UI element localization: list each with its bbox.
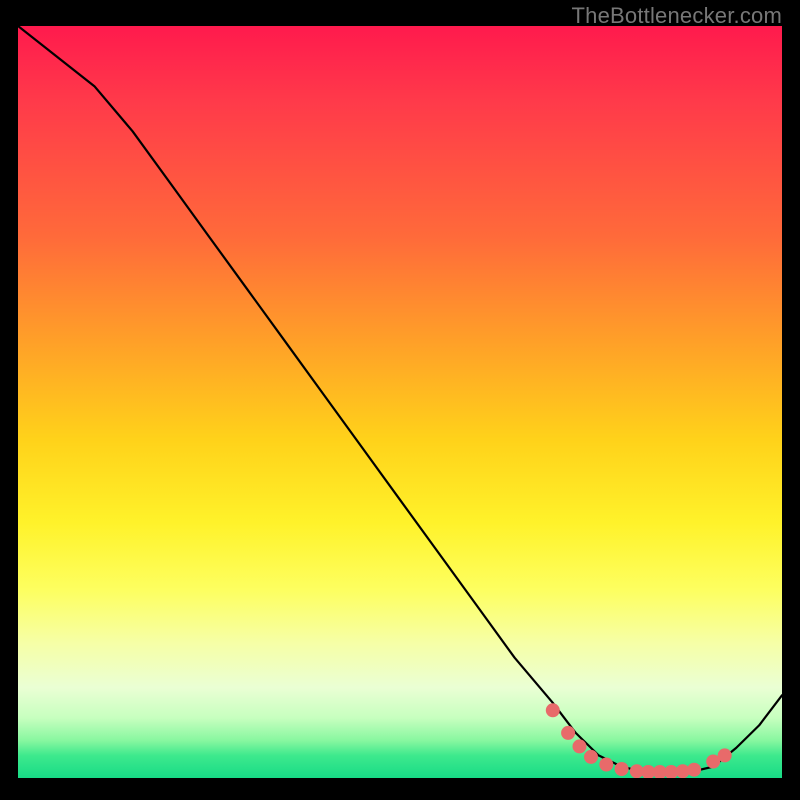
- highlight-dot: [615, 762, 629, 776]
- chart-frame: TheBottlenecker.com: [0, 0, 800, 800]
- highlight-dot: [584, 750, 598, 764]
- highlight-dot: [546, 703, 560, 717]
- highlight-dot: [573, 739, 587, 753]
- plot-area: [18, 26, 782, 778]
- highlight-dot: [687, 763, 701, 777]
- highlight-dots-group: [546, 703, 732, 778]
- highlight-dot: [561, 726, 575, 740]
- highlight-dot: [718, 748, 732, 762]
- bottleneck-curve: [18, 26, 782, 774]
- chart-svg: [18, 26, 782, 778]
- highlight-dot: [599, 758, 613, 772]
